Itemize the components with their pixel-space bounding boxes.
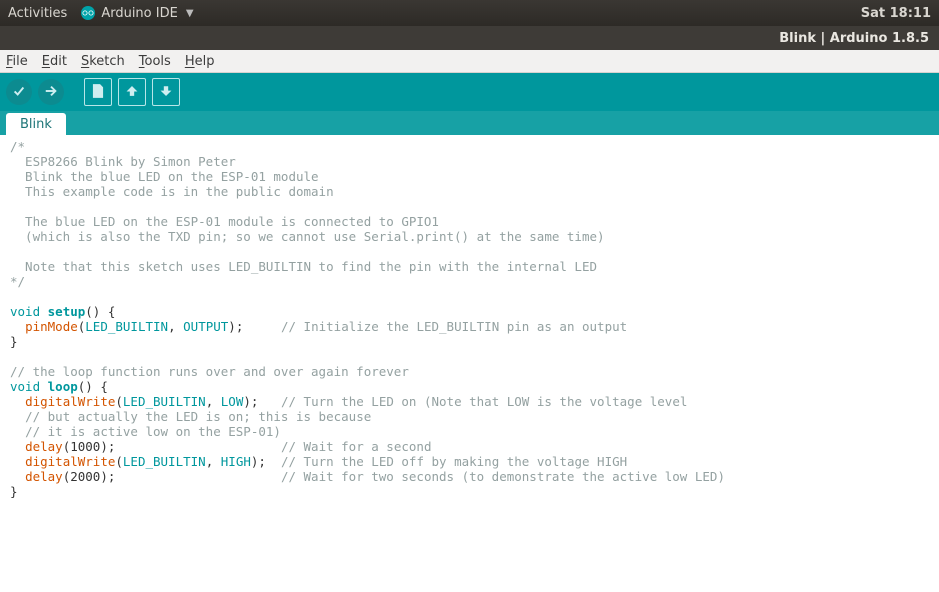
menu-tools[interactable]: Tools [139, 54, 171, 69]
activities-label: Activities [8, 6, 67, 21]
active-app-name: Arduino IDE [101, 6, 178, 21]
new-sketch-button[interactable] [84, 78, 112, 106]
toolbar [0, 73, 939, 111]
menu-bar: File Edit Sketch Tools Help [0, 50, 939, 73]
upload-button[interactable] [38, 79, 64, 105]
menu-sketch[interactable]: Sketch [81, 54, 125, 69]
active-app-indicator[interactable]: Arduino IDE ▼ [81, 6, 193, 21]
menu-file[interactable]: File [6, 54, 28, 69]
menu-help[interactable]: Help [185, 54, 215, 69]
tab-label: Blink [20, 117, 52, 132]
window-title-bar: Blink | Arduino 1.8.5 [0, 26, 939, 50]
clock-label[interactable]: Sat 18:11 [861, 6, 931, 21]
desktop-top-bar: Activities Arduino IDE ▼ Sat 18:11 [0, 0, 939, 26]
arduino-logo-icon [81, 6, 95, 20]
arrow-down-icon [159, 83, 173, 102]
activities-button[interactable]: Activities [8, 6, 67, 21]
open-sketch-button[interactable] [118, 78, 146, 106]
file-icon [91, 83, 105, 102]
code-editor[interactable]: /* ESP8266 Blink by Simon Peter Blink th… [0, 135, 939, 519]
check-icon [12, 83, 26, 102]
save-sketch-button[interactable] [152, 78, 180, 106]
chevron-down-icon: ▼ [186, 8, 194, 19]
arrow-up-icon [125, 83, 139, 102]
arrow-right-icon [44, 83, 58, 102]
menu-edit[interactable]: Edit [42, 54, 67, 69]
tab-strip: Blink [0, 111, 939, 135]
window-title: Blink | Arduino 1.8.5 [779, 31, 929, 46]
verify-button[interactable] [6, 79, 32, 105]
sketch-tab-blink[interactable]: Blink [6, 113, 66, 135]
